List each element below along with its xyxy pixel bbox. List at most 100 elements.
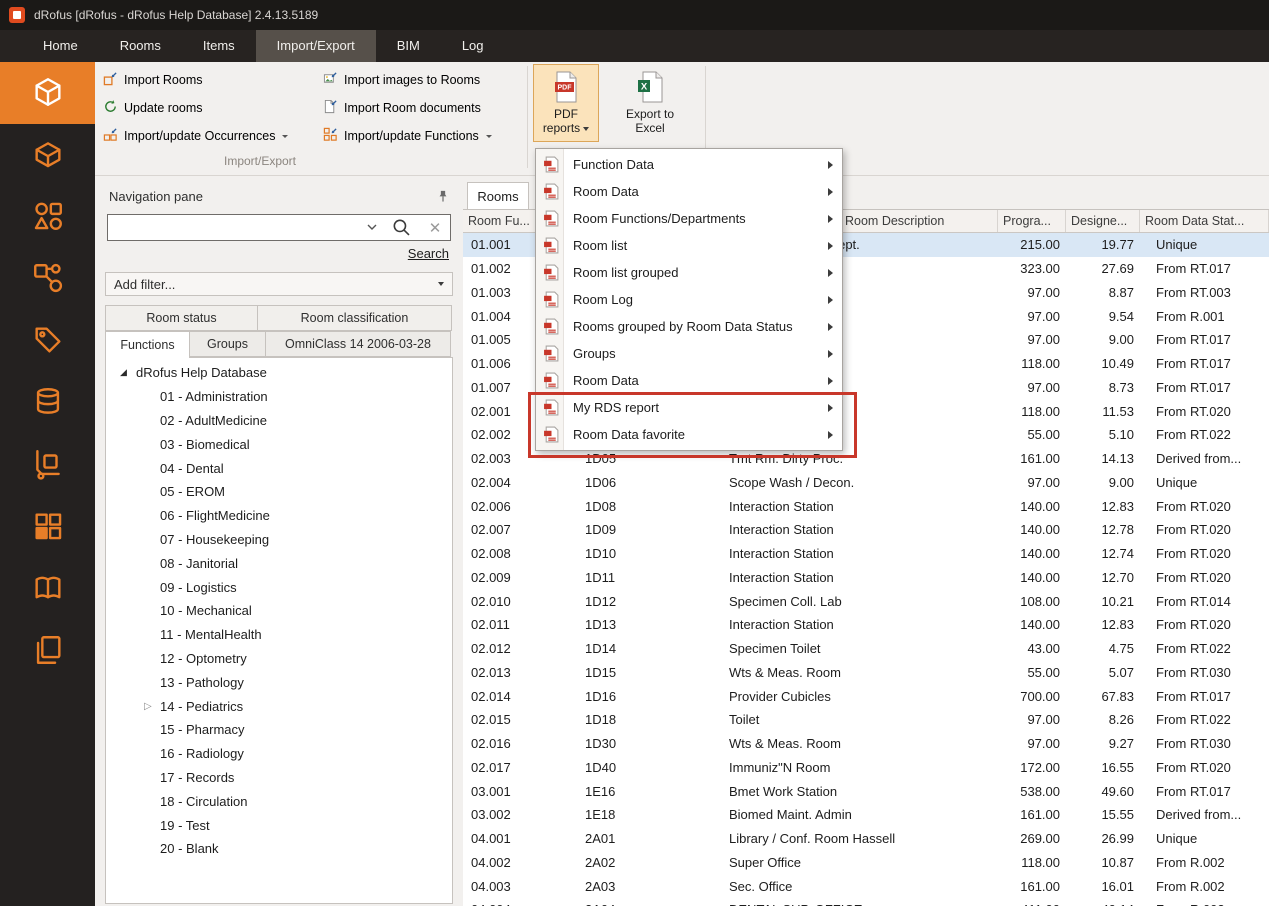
tree-item-15-pharmacy[interactable]: 15 - Pharmacy xyxy=(106,718,452,742)
tree-item-14-pediatrics[interactable]: ▷14 - Pediatrics xyxy=(106,694,452,718)
import-update-occurrences-button[interactable]: Import/update Occurrences xyxy=(97,124,294,148)
import-rooms-button[interactable]: Import Rooms xyxy=(97,68,209,92)
table-row[interactable]: 04.0012A01Library / Conf. Room Hassell26… xyxy=(463,827,1269,851)
tree-item-07-housekeeping[interactable]: 07 - Housekeeping xyxy=(106,528,452,552)
report-menu-item-room-functions-departments[interactable]: Room Functions/Departments xyxy=(536,205,842,232)
tree-expanded-icon[interactable]: ◢ xyxy=(120,367,136,378)
tab-functions[interactable]: Functions xyxy=(105,331,190,358)
auto-hide-pin-button[interactable] xyxy=(433,186,453,206)
rail-buildings-button[interactable] xyxy=(0,496,95,558)
tree-item-08-janitorial[interactable]: 08 - Janitorial xyxy=(106,551,452,575)
rail-occurrences-button[interactable] xyxy=(0,248,95,310)
tree-item-10-mechanical[interactable]: 10 - Mechanical xyxy=(106,599,452,623)
import-room-documents-button[interactable]: Import Room documents xyxy=(317,96,487,120)
tree-item-05-erom[interactable]: 05 - EROM xyxy=(106,480,452,504)
table-row[interactable]: 02.0061D08Interaction Station140.0012.83… xyxy=(463,494,1269,518)
tree-item-02-adultmedicine[interactable]: 02 - AdultMedicine xyxy=(106,409,452,433)
tree-item-06-flightmedicine[interactable]: 06 - FlightMedicine xyxy=(106,504,452,528)
report-menu-item-room-data[interactable]: Room Data xyxy=(536,178,842,205)
table-row[interactable]: 04.0022A02Super Office118.0010.87From R.… xyxy=(463,851,1269,875)
rail-documents-button[interactable] xyxy=(0,310,95,372)
report-menu-item-room-data-favorite[interactable]: Room Data favorite xyxy=(536,421,842,448)
menu-tab-import-export[interactable]: Import/Export xyxy=(256,30,376,62)
tree-item-18-circulation[interactable]: 18 - Circulation xyxy=(106,789,452,813)
rail-database-button[interactable] xyxy=(0,372,95,434)
tree-item-11-mentalhealth[interactable]: 11 - MentalHealth xyxy=(106,623,452,647)
tree-item-20-blank[interactable]: 20 - Blank xyxy=(106,837,452,861)
tree-item-19-test[interactable]: 19 - Test xyxy=(106,813,452,837)
rail-rooms-button[interactable] xyxy=(0,62,95,124)
table-row[interactable]: 04.0042A04DENTAL SUP. OFFICE411.0040.14F… xyxy=(463,898,1269,906)
tab-rooms[interactable]: Rooms xyxy=(467,182,529,209)
report-menu-item-rooms-grouped-by-room-data-status[interactable]: Rooms grouped by Room Data Status xyxy=(536,313,842,340)
table-row[interactable]: 02.0111D13Interaction Station140.0012.83… xyxy=(463,613,1269,637)
tree-item-17-records[interactable]: 17 - Records xyxy=(106,766,452,790)
report-menu-item-room-list-grouped[interactable]: Room list grouped xyxy=(536,259,842,286)
rail-catalog-button[interactable] xyxy=(0,558,95,620)
submenu-arrow-icon xyxy=(828,242,833,250)
report-menu-item-room-log[interactable]: Room Log xyxy=(536,286,842,313)
table-row[interactable]: 02.0091D11Interaction Station140.0012.70… xyxy=(463,566,1269,590)
update-rooms-button[interactable]: Update rooms xyxy=(97,96,209,120)
search-combo-dropdown-button[interactable] xyxy=(362,215,382,240)
activity-bar xyxy=(0,62,95,906)
report-menu-item-groups[interactable]: Groups xyxy=(536,340,842,367)
table-row[interactable]: 02.0151D18Toilet97.008.26From RT.022 xyxy=(463,708,1269,732)
import-images-to-rooms-button[interactable]: Import images to Rooms xyxy=(317,68,486,92)
view-button-room-classification[interactable]: Room classification xyxy=(257,305,452,331)
table-row[interactable]: 02.0041D06Scope Wash / Decon.97.009.00Un… xyxy=(463,471,1269,495)
tree-item-03-biomedical[interactable]: 03 - Biomedical xyxy=(106,432,452,456)
rail-shapes-button[interactable] xyxy=(0,186,95,248)
table-row[interactable]: 03.0021E18Biomed Maint. Admin161.0015.55… xyxy=(463,803,1269,827)
tree-root-item[interactable]: ◢dRofus Help Database xyxy=(106,361,452,385)
add-filter-dropdown[interactable]: Add filter... xyxy=(105,272,453,296)
tree-item-09-logistics[interactable]: 09 - Logistics xyxy=(106,575,452,599)
tree-collapsed-icon[interactable]: ▷ xyxy=(144,701,160,712)
menu-tab-log[interactable]: Log xyxy=(441,30,505,62)
table-row[interactable]: 02.0121D14Specimen Toilet43.004.75From R… xyxy=(463,637,1269,661)
tab-groups[interactable]: Groups xyxy=(189,331,266,357)
report-menu-item-room-data[interactable]: Room Data xyxy=(536,367,842,394)
column-header-room-data-stat[interactable]: Room Data Stat... xyxy=(1140,210,1269,232)
rail-logistics-button[interactable] xyxy=(0,434,95,496)
column-header-room-fu[interactable]: Room Fu... xyxy=(463,210,543,232)
pdf-reports-button[interactable]: PDF PDF reports xyxy=(533,64,599,142)
tree-item-04-dental[interactable]: 04 - Dental xyxy=(106,456,452,480)
column-header-progra[interactable]: Progra... xyxy=(998,210,1066,232)
tab-omniclass-14-2006-03-28[interactable]: OmniClass 14 2006-03-28 xyxy=(265,331,451,357)
menu-tab-rooms[interactable]: Rooms xyxy=(99,30,182,62)
cell-description: Immuniz"N Room xyxy=(723,760,998,775)
report-menu-item-my-rds-report[interactable]: My RDS report xyxy=(536,394,842,421)
search-button[interactable] xyxy=(382,215,420,240)
table-row[interactable]: 02.0131D15Wts & Meas. Room55.005.07From … xyxy=(463,661,1269,685)
table-row[interactable]: 02.0081D10Interaction Station140.0012.74… xyxy=(463,542,1269,566)
tree-item-13-pathology[interactable]: 13 - Pathology xyxy=(106,670,452,694)
search-link[interactable]: Search xyxy=(408,246,449,261)
cell-room-data-status: From RT.017 xyxy=(1140,380,1269,395)
export-to-excel-button[interactable]: X Export to Excel xyxy=(607,64,693,142)
table-row[interactable]: 02.0071D09Interaction Station140.0012.78… xyxy=(463,518,1269,542)
search-input[interactable] xyxy=(108,215,362,240)
rail-items-button[interactable] xyxy=(0,124,95,186)
report-menu-item-function-data[interactable]: Function Data xyxy=(536,151,842,178)
table-row[interactable]: 02.0141D16Provider Cubicles700.0067.83Fr… xyxy=(463,684,1269,708)
clear-search-button[interactable]: ✕ xyxy=(420,215,450,240)
tree-item-01-administration[interactable]: 01 - Administration xyxy=(106,385,452,409)
table-row[interactable]: 03.0011E16Bmet Work Station538.0049.60Fr… xyxy=(463,779,1269,803)
tree-item-16-radiology[interactable]: 16 - Radiology xyxy=(106,742,452,766)
rail-reports-button[interactable] xyxy=(0,620,95,682)
table-row[interactable]: 02.0171D40Immuniz"N Room172.0016.55From … xyxy=(463,756,1269,780)
tree-item-12-optometry[interactable]: 12 - Optometry xyxy=(106,647,452,671)
table-row[interactable]: 02.0161D30Wts & Meas. Room97.009.27From … xyxy=(463,732,1269,756)
view-button-room-status[interactable]: Room status xyxy=(105,305,258,331)
table-row[interactable]: 04.0032A03Sec. Office161.0016.01From R.0… xyxy=(463,874,1269,898)
column-header-designe[interactable]: Designe... xyxy=(1066,210,1140,232)
tree-item-label: 01 - Administration xyxy=(160,389,268,404)
cell-function-no: 01.006 xyxy=(463,356,543,371)
report-menu-item-room-list[interactable]: Room list xyxy=(536,232,842,259)
menu-tab-bim[interactable]: BIM xyxy=(376,30,441,62)
import-update-functions-button[interactable]: Import/update Functions xyxy=(317,124,498,148)
menu-tab-items[interactable]: Items xyxy=(182,30,256,62)
table-row[interactable]: 02.0101D12Specimen Coll. Lab108.0010.21F… xyxy=(463,589,1269,613)
menu-tab-home[interactable]: Home xyxy=(22,30,99,62)
